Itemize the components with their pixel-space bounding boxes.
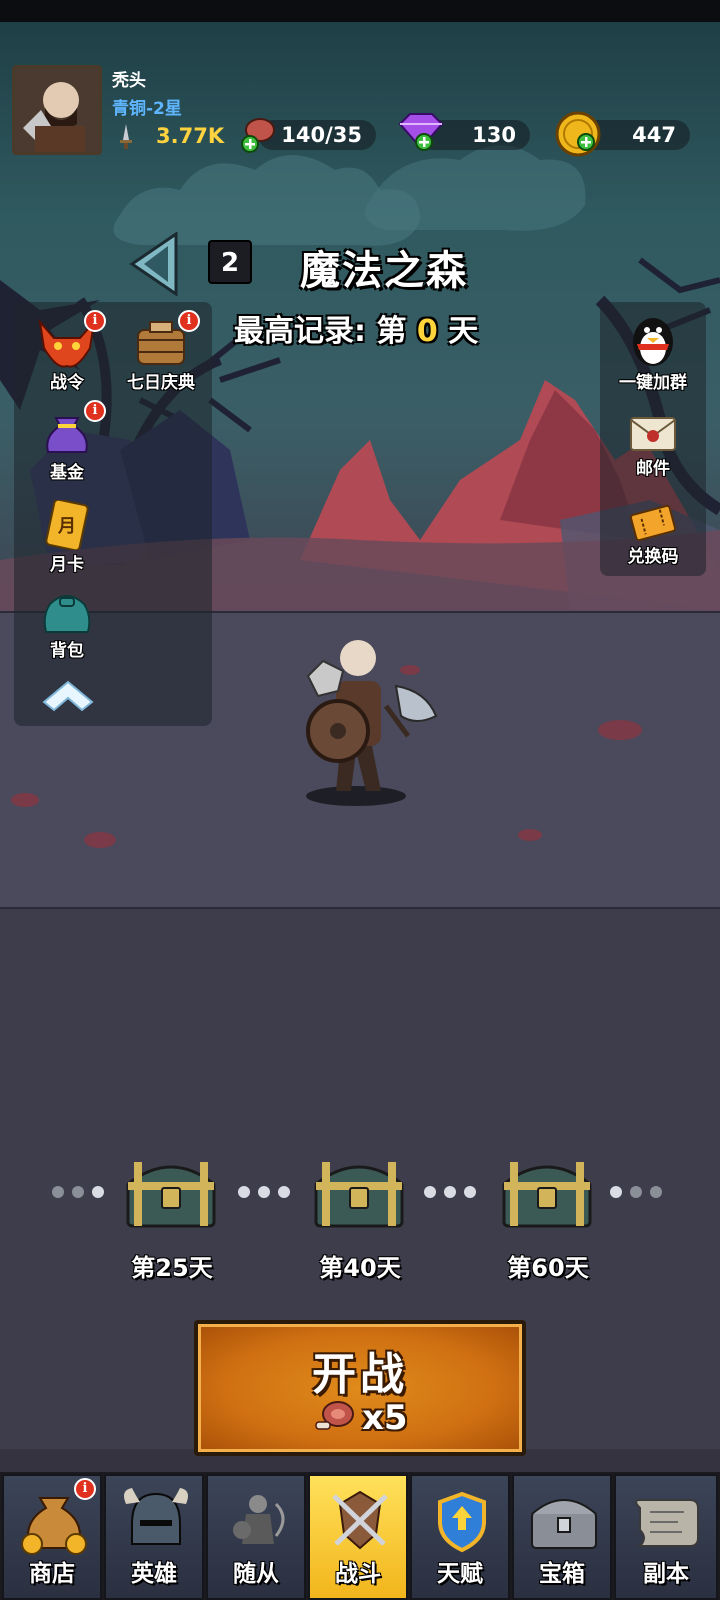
game-screen: 秃头 青铜-2星 3.77K 140/35 130 447 2 魔法之森 最高记… [0,0,720,1600]
prev-stage-arrow[interactable] [128,232,180,296]
tab-hero[interactable]: 英雄 [104,1474,204,1600]
tab-dungeon-label: 副本 [643,1561,689,1587]
reward-chest-icon[interactable] [312,1154,406,1230]
progress-dots [610,1186,662,1198]
progress-dots [238,1186,290,1198]
talent-shield-icon [438,1491,486,1553]
chest-day-label: 第25天 [131,1254,213,1282]
coin-value: 447 [632,123,676,147]
hero-portrait-icon [15,68,99,152]
gold-coin-add-icon[interactable] [554,110,606,160]
backpack-icon [43,595,91,633]
gem-add-icon[interactable] [394,110,448,154]
redeem-code-label: 兑换码 [627,547,679,567]
seven-day-event-badge: i [178,310,200,332]
battle-pass-label: 战令 [50,373,84,393]
battle-pass-badge: i [84,310,106,332]
tab-talent-label: 天赋 [437,1561,483,1587]
tab-battle-label: 战斗 [335,1561,381,1587]
monthly-card-button[interactable]: 月 月卡 [22,500,112,575]
tab-chest-label: 宝箱 [539,1561,585,1587]
record-value: 0 [416,314,438,349]
chest-day-label: 第40天 [319,1254,401,1282]
progress-dots [424,1186,476,1198]
scroll-icon [635,1499,699,1547]
shop-badge: i [74,1478,96,1500]
record-suffix: 天 [448,314,479,349]
tab-talent[interactable]: 天赋 [410,1474,510,1600]
player-avatar[interactable] [12,65,102,155]
bottom-nav: 商店 i 英雄 随从 战斗 天赋 宝箱 副本 [0,1472,720,1600]
meat-icon [315,1401,354,1430]
mail-button[interactable]: 邮件 [608,414,698,479]
record-prefix: 最高记录: 第 [234,314,407,349]
penguin-icon [633,318,673,366]
player-name: 秃头 [112,71,146,91]
backpack-button[interactable]: 背包 [22,590,112,661]
tab-shop-label: 商店 [29,1561,75,1587]
join-group-button[interactable]: 一键加群 [608,312,698,393]
redeem-code-button[interactable]: 兑换码 [608,504,698,567]
chest-day-label: 第60天 [507,1254,589,1282]
stage-number: 2 [208,240,252,284]
tab-hero-label: 英雄 [131,1561,177,1587]
chest-icon [531,1499,597,1549]
start-battle-label: 开战 [312,1349,408,1400]
stage-name: 魔法之森 [300,248,468,294]
fund-badge: i [84,400,106,422]
collapse-arrow-icon[interactable] [40,676,96,712]
meat-stamina-add-icon[interactable] [238,112,280,154]
tab-battle[interactable]: 战斗 [308,1474,408,1600]
monthly-card-icon: 月 [45,500,89,550]
best-record: 最高记录: 第 0 天 [234,306,478,350]
ticket-icon [629,504,677,542]
follower-icon [233,1495,285,1544]
reward-chest-icon[interactable] [124,1154,218,1230]
fund-label: 基金 [50,463,84,483]
reward-chest-icon[interactable] [500,1154,594,1230]
monthly-card-char: 月 [57,516,76,537]
player-rank: 青铜-2星 [112,99,182,119]
sword-icon [120,124,132,149]
tab-followers[interactable]: 随从 [206,1474,306,1600]
tab-dungeon[interactable]: 副本 [614,1474,718,1600]
crossed-swords-icon [332,1490,388,1550]
combat-power: 3.77K [156,124,225,148]
seven-day-event-label: 七日庆典 [127,373,195,393]
start-battle-button[interactable]: 开战 x5 [194,1320,526,1456]
gem-value: 130 [472,123,516,147]
envelope-icon [630,417,676,451]
mail-label: 邮件 [636,459,670,479]
start-battle-cost: x5 [362,1398,408,1438]
join-group-label: 一键加群 [619,373,687,393]
helmet-icon [124,1488,188,1545]
tab-followers-label: 随从 [233,1561,279,1587]
stamina-value: 140/35 [281,123,362,147]
backpack-label: 背包 [50,641,84,661]
monthly-card-label: 月卡 [50,555,84,575]
progress-dots [52,1186,104,1198]
tab-chest[interactable]: 宝箱 [512,1474,612,1600]
hero-character[interactable] [296,636,446,806]
